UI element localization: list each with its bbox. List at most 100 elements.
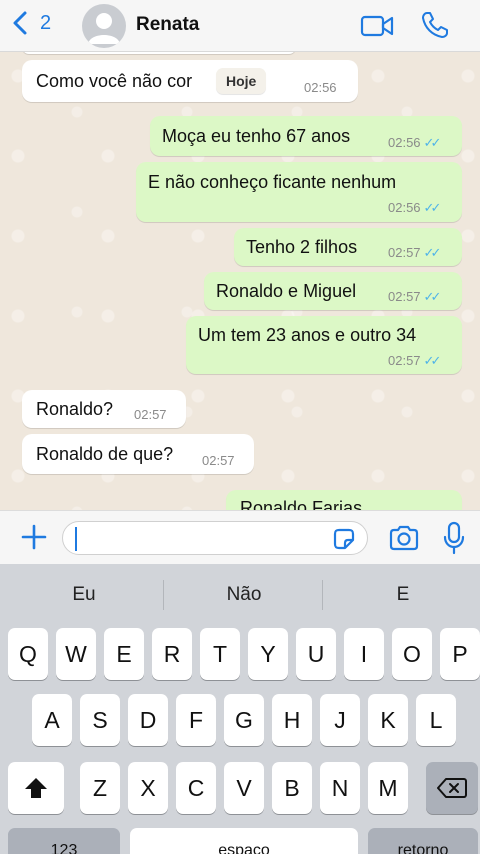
camera-button[interactable] — [388, 524, 420, 552]
key-label: N — [331, 774, 349, 801]
key-label: M — [378, 774, 398, 801]
key-label: O — [403, 640, 421, 667]
key-z[interactable]: Z — [80, 762, 120, 814]
message-incoming[interactable]: Ronaldo? 02:57 — [22, 390, 186, 428]
key-g[interactable]: G — [224, 694, 264, 746]
key-f[interactable]: F — [176, 694, 216, 746]
shift-icon — [25, 778, 47, 798]
key-t[interactable]: T — [200, 628, 240, 680]
key-v[interactable]: V — [224, 762, 264, 814]
key-label: retorno — [397, 842, 449, 854]
key-a[interactable]: A — [32, 694, 72, 746]
backspace-icon — [437, 778, 467, 798]
message-text: Ronaldo e Miguel — [216, 281, 357, 301]
contact-name[interactable]: Renata — [136, 14, 199, 36]
message-outgoing[interactable]: Ronaldo e Miguel 02:57 ✓✓ — [204, 272, 462, 310]
key-q[interactable]: Q — [8, 628, 48, 680]
message-time: 02:57 ✓✓ — [388, 353, 442, 368]
message-input[interactable] — [62, 521, 368, 555]
message-outgoing[interactable]: Tenho 2 filhos 02:57 ✓✓ — [234, 228, 462, 266]
key-label: L — [429, 706, 443, 733]
message-incoming[interactable]: Como você não cor 02:56 — [22, 60, 358, 102]
message-outgoing[interactable]: Moça eu tenho 67 anos 02:56 ✓✓ — [150, 116, 462, 156]
key-i[interactable]: I — [344, 628, 384, 680]
key-label: K — [380, 706, 396, 733]
message-time: 02:57 ✓✓ — [388, 289, 442, 304]
message-outgoing[interactable]: E não conheço ficante nenhum 02:56 ✓✓ — [136, 162, 462, 222]
key-label: C — [187, 774, 205, 801]
suggestion-item[interactable]: E — [323, 584, 480, 606]
message-bubble-partial — [22, 52, 296, 54]
key-o[interactable]: O — [392, 628, 432, 680]
phone-icon — [422, 12, 448, 38]
shift-key[interactable] — [8, 762, 64, 814]
key-label: G — [235, 706, 253, 733]
message-text: E não conheço ficante nenhum — [148, 172, 397, 192]
key-label: P — [452, 640, 468, 667]
key-label: F — [188, 706, 204, 733]
avatar[interactable] — [82, 4, 126, 48]
key-label: T — [212, 640, 228, 667]
backspace-key[interactable] — [426, 762, 478, 814]
suggestion-item[interactable]: Eu — [4, 584, 164, 606]
date-chip: Hoje — [216, 68, 267, 94]
return-key[interactable]: retorno — [368, 828, 478, 854]
chat-messages[interactable]: Como você não cor 02:56 Hoje Moça eu ten… — [0, 52, 480, 510]
key-label: H — [283, 706, 301, 733]
key-m[interactable]: M — [368, 762, 408, 814]
key-b[interactable]: B — [272, 762, 312, 814]
message-text: Ronaldo Farias — [240, 498, 363, 510]
message-text: Como você não cor — [36, 71, 193, 91]
key-label: Z — [92, 774, 108, 801]
unread-count: 2 — [40, 11, 52, 34]
key-y[interactable]: Y — [248, 628, 288, 680]
key-label: A — [44, 706, 60, 733]
key-n[interactable]: N — [320, 762, 360, 814]
voice-message-button[interactable] — [442, 521, 466, 555]
key-label: 123 — [50, 842, 78, 854]
space-key[interactable]: espaço — [130, 828, 358, 854]
key-w[interactable]: W — [56, 628, 96, 680]
key-h[interactable]: H — [272, 694, 312, 746]
key-label: Y — [260, 640, 276, 667]
read-checks-icon: ✓✓ — [423, 200, 442, 215]
key-label: E — [116, 640, 132, 667]
camera-icon — [389, 525, 419, 551]
voice-call-button[interactable] — [420, 10, 450, 40]
message-time: 02:56 ✓✓ — [388, 135, 441, 150]
video-call-button[interactable] — [360, 12, 394, 40]
person-icon — [88, 13, 120, 44]
message-text: Um tem 23 anos e outro 34 — [198, 325, 417, 345]
microphone-icon — [443, 521, 465, 555]
key-j[interactable]: J — [320, 694, 360, 746]
attach-button[interactable] — [20, 523, 48, 551]
message-outgoing[interactable]: Um tem 23 anos e outro 34 02:57 ✓✓ — [186, 316, 462, 374]
back-button[interactable]: 2 — [10, 10, 51, 36]
message-input-bar — [0, 510, 480, 564]
keyboard: Eu Não E Q W E R T Y U I O P A S D F G H… — [0, 564, 480, 854]
key-r[interactable]: R — [152, 628, 192, 680]
key-l[interactable]: L — [416, 694, 456, 746]
key-s[interactable]: S — [80, 694, 120, 746]
video-camera-icon — [360, 15, 394, 37]
key-p[interactable]: P — [440, 628, 480, 680]
message-text: Ronaldo? — [36, 399, 114, 419]
message-time: 02:57 ✓✓ — [388, 245, 442, 260]
key-e[interactable]: E — [104, 628, 144, 680]
key-x[interactable]: X — [128, 762, 168, 814]
key-label: Q — [19, 640, 37, 667]
message-time: 02:56 — [304, 80, 337, 95]
read-checks-icon: ✓✓ — [423, 289, 442, 304]
key-label: D — [139, 706, 157, 733]
key-u[interactable]: U — [296, 628, 336, 680]
message-outgoing[interactable]: Ronaldo Farias — [226, 490, 462, 510]
key-k[interactable]: K — [368, 694, 408, 746]
message-incoming[interactable]: Ronaldo de que? 02:57 — [22, 434, 254, 474]
read-checks-icon: ✓✓ — [423, 245, 442, 260]
read-checks-icon: ✓✓ — [423, 353, 442, 368]
sticker-button[interactable] — [331, 526, 357, 552]
key-c[interactable]: C — [176, 762, 216, 814]
numbers-key[interactable]: 123 — [8, 828, 120, 854]
key-d[interactable]: D — [128, 694, 168, 746]
suggestion-item[interactable]: Não — [164, 584, 324, 606]
